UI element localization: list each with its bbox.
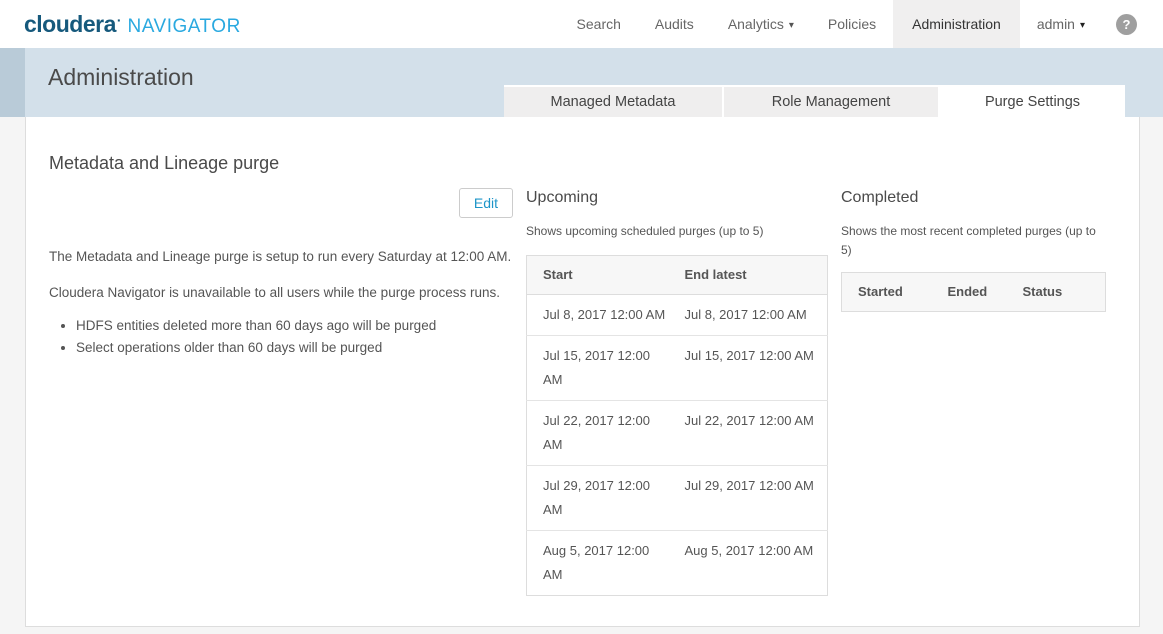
table-row: Jul 15, 2017 12:00 AM Jul 15, 2017 12:00… <box>527 336 828 401</box>
purge-description-column: Edit The Metadata and Lineage purge is s… <box>49 187 513 596</box>
cell-start: Jul 22, 2017 12:00 AM <box>543 409 669 457</box>
section-title: Metadata and Lineage purge <box>49 153 1139 174</box>
column-header-start: Start <box>527 256 669 295</box>
cell-end-latest: Aug 5, 2017 12:00 AM <box>685 539 815 563</box>
tab-purge-settings[interactable]: Purge Settings <box>940 85 1125 117</box>
list-item: HDFS entities deleted more than 60 days … <box>76 315 513 337</box>
nav-item-admin-user-menu[interactable]: admin ▾ <box>1020 0 1102 48</box>
column-header-started: Started <box>842 273 932 312</box>
nav-item-analytics[interactable]: Analytics ▾ <box>711 0 811 48</box>
purge-schedule-text: The Metadata and Lineage purge is setup … <box>49 246 513 268</box>
cell-end-latest: Jul 29, 2017 12:00 AM <box>685 474 815 498</box>
nav-item-label: Policies <box>828 16 876 32</box>
nav-item-audits[interactable]: Audits <box>638 0 711 48</box>
product-text: NAVIGATOR <box>128 16 241 38</box>
nav-item-label: admin <box>1037 16 1075 32</box>
cell-end-latest: Jul 8, 2017 12:00 AM <box>685 303 815 327</box>
tab-role-management[interactable]: Role Management <box>724 87 938 117</box>
cell-start: Jul 8, 2017 12:00 AM <box>543 303 669 327</box>
nav-item-administration[interactable]: Administration <box>893 0 1020 48</box>
purge-availability-text: Cloudera Navigator is unavailable to all… <box>49 282 513 304</box>
table-row: Jul 29, 2017 12:00 AM Jul 29, 2017 12:00… <box>527 466 828 531</box>
completed-title: Completed <box>841 189 1106 207</box>
caret-down-icon: ▾ <box>1080 20 1085 31</box>
upcoming-table: Start End latest Jul 8, 2017 12:00 AM Ju… <box>526 255 828 596</box>
tab-managed-metadata[interactable]: Managed Metadata <box>504 87 722 117</box>
cell-start: Jul 15, 2017 12:00 AM <box>543 344 669 392</box>
list-item: Select operations older than 60 days wil… <box>76 337 513 359</box>
cell-start: Aug 5, 2017 12:00 AM <box>543 539 669 587</box>
help-icon[interactable]: ? <box>1116 14 1137 35</box>
cell-end-latest: Jul 22, 2017 12:00 AM <box>685 409 815 433</box>
nav-item-search[interactable]: Search <box>560 0 638 48</box>
column-header-ended: Ended <box>932 273 1007 312</box>
completed-subtitle: Shows the most recent completed purges (… <box>841 222 1106 260</box>
cell-start: Jul 29, 2017 12:00 AM <box>543 474 669 522</box>
header-edge-strip <box>0 48 25 117</box>
upcoming-subtitle: Shows upcoming scheduled purges (up to 5… <box>526 222 828 241</box>
completed-section: Completed Shows the most recent complete… <box>841 187 1106 596</box>
caret-down-icon: ▾ <box>789 20 794 31</box>
column-header-status: Status <box>1007 273 1106 312</box>
nav-item-label: Administration <box>912 16 1001 32</box>
cloudera-navigator-logo[interactable]: cloudera· NAVIGATOR <box>0 11 241 38</box>
table-row: Aug 5, 2017 12:00 AM Aug 5, 2017 12:00 A… <box>527 531 828 596</box>
content-panel: Metadata and Lineage purge Edit The Meta… <box>25 117 1140 627</box>
purge-rules-list: HDFS entities deleted more than 60 days … <box>49 315 513 359</box>
trademark-icon: · <box>117 12 122 28</box>
tab-bar: Managed Metadata Role Management Purge S… <box>504 85 1125 117</box>
table-row: Jul 22, 2017 12:00 AM Jul 22, 2017 12:00… <box>527 401 828 466</box>
nav-item-label: Search <box>577 16 621 32</box>
cell-end-latest: Jul 15, 2017 12:00 AM <box>685 344 815 368</box>
nav-item-label: Analytics <box>728 16 784 32</box>
content-columns: Edit The Metadata and Lineage purge is s… <box>49 187 1139 596</box>
page-header: Administration Managed Metadata Role Man… <box>0 48 1163 117</box>
top-navigation: Search Audits Analytics ▾ Policies Admin… <box>560 0 1163 48</box>
table-header-row: Start End latest <box>527 256 828 295</box>
brand-text: cloudera <box>24 11 116 38</box>
column-header-end-latest: End latest <box>669 256 828 295</box>
page-title: Administration <box>48 64 194 91</box>
edit-button[interactable]: Edit <box>459 188 513 218</box>
upcoming-section: Upcoming Shows upcoming scheduled purges… <box>526 187 828 596</box>
topbar: cloudera· NAVIGATOR Search Audits Analyt… <box>0 0 1163 48</box>
completed-table: Started Ended Status <box>841 272 1106 312</box>
nav-item-policies[interactable]: Policies <box>811 0 893 48</box>
table-header-row: Started Ended Status <box>842 273 1106 312</box>
table-row: Jul 8, 2017 12:00 AM Jul 8, 2017 12:00 A… <box>527 295 828 336</box>
nav-item-label: Audits <box>655 16 694 32</box>
upcoming-title: Upcoming <box>526 189 828 207</box>
